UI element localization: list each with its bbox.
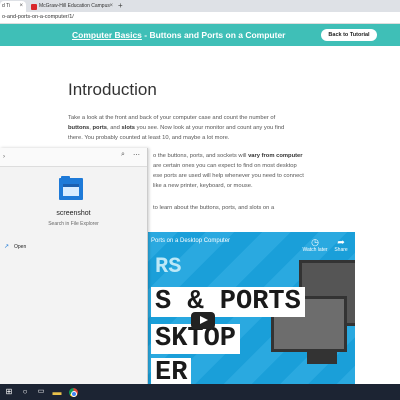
text: o the buttons, ports, and sockets will	[153, 153, 247, 159]
mcgraw-hill-favicon-icon	[31, 4, 37, 10]
computer-basics-link[interactable]: Computer Basics	[72, 30, 142, 40]
video-thumbnail-text: RS	[155, 254, 182, 279]
open-icon: ↗	[4, 244, 10, 250]
chrome-icon[interactable]	[66, 384, 80, 400]
text: to learn about the buttons, ports, and s…	[153, 205, 275, 211]
bold-text: vary from computer	[248, 153, 303, 159]
close-icon[interactable]: ×	[109, 1, 113, 12]
intro-paragraph-3: to learn about the buttons, ports, and s…	[153, 203, 333, 213]
windows-start-icon[interactable]: ⊞	[2, 384, 16, 400]
share-button[interactable]: ➦ Share	[328, 237, 354, 254]
text: are certain ones you can expect to find …	[153, 163, 297, 169]
intro-paragraph-2: o the buttons, ports, and sockets will v…	[153, 151, 333, 191]
task-view-icon[interactable]: ▭	[34, 384, 48, 400]
browser-tab-active[interactable]: d Ti ×	[0, 1, 26, 12]
close-icon[interactable]: ×	[19, 1, 23, 12]
taskbar: ⊞ ○ ▭ ▬	[0, 384, 400, 400]
intro-paragraph-1: Take a look at the front and back of you…	[68, 115, 285, 141]
file-explorer-icon[interactable]: ▬	[50, 384, 64, 400]
video-player[interactable]: Ports on a Desktop Computer ◷ Watch late…	[121, 232, 355, 386]
video-thumbnail-text: ER	[151, 358, 192, 386]
file-explorer-folder-icon[interactable]	[59, 176, 83, 200]
search-result-location: Search in File Explorer	[48, 221, 99, 227]
video-thumbnail-text: S & PORTS	[151, 287, 305, 317]
text: you see. Now look at your monitor and co…	[136, 125, 285, 131]
chevron-icon[interactable]: ›	[3, 154, 5, 160]
monitor-stand-illustration	[307, 350, 337, 364]
clock-icon: ◷	[311, 237, 319, 247]
chrome-logo	[68, 388, 78, 398]
back-to-tutorial-button[interactable]: Back to Tutorial	[321, 29, 377, 41]
more-options-icon[interactable]: ⋯	[133, 151, 140, 159]
feedback-icon[interactable]: ⌕	[121, 151, 125, 159]
text: ese ports are used will help whenever yo…	[153, 173, 304, 179]
bold-text: slots	[121, 125, 136, 131]
address-bar[interactable]: o-and-ports-on-a-computer/1/	[0, 12, 400, 24]
text: Take a look at the front and back of you…	[68, 115, 276, 121]
tab-label: McGraw-Hill Education Campus	[39, 3, 110, 9]
bold-text: ports	[92, 125, 107, 131]
open-action[interactable]: ↗ Open	[0, 240, 147, 254]
share-label: Share	[334, 247, 348, 253]
video-title[interactable]: Ports on a Desktop Computer	[151, 238, 230, 244]
search-panel-toolbar: › ⌕ ⋯	[0, 148, 147, 167]
new-tab-button[interactable]: +	[118, 0, 123, 12]
browser-tab-mcgraw-hill[interactable]: McGraw-Hill Education Campus ×	[30, 1, 116, 12]
watch-later-button[interactable]: ◷ Watch later	[302, 237, 328, 254]
search-icon[interactable]: ○	[18, 384, 32, 400]
search-result-name[interactable]: screenshot	[0, 210, 147, 217]
url-text: o-and-ports-on-a-computer/1/	[2, 14, 74, 20]
page-title-rest: - Buttons and Ports on a Computer	[141, 30, 286, 40]
page-title: Computer Basics - Buttons and Ports on a…	[72, 24, 285, 46]
text: there. You probably counted at least 10,…	[68, 135, 230, 141]
watch-later-label: Watch later	[302, 247, 328, 253]
section-heading: Introduction	[68, 80, 157, 99]
folder-window	[63, 184, 79, 196]
site-header: Computer Basics - Buttons and Ports on a…	[0, 24, 400, 46]
tab-label: d Ti	[2, 3, 11, 9]
browser-tab-bar: d Ti × McGraw-Hill Education Campus × +	[0, 0, 400, 12]
bold-text: buttons	[68, 125, 90, 131]
text: like a new printer, keyboard, or mouse.	[153, 183, 253, 189]
open-label: Open	[14, 244, 27, 250]
share-icon: ➦	[337, 237, 345, 247]
play-button[interactable]	[191, 312, 215, 329]
